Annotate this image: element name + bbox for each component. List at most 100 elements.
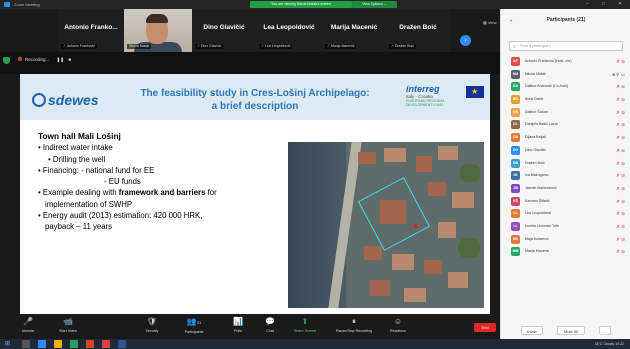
avatar: MK xyxy=(511,234,520,244)
avatar: LL xyxy=(511,209,520,219)
view-button[interactable]: ▦ View xyxy=(483,20,497,25)
powerpoint-icon[interactable] xyxy=(86,340,94,348)
video-off-icon: ⊘ xyxy=(621,97,625,103)
slide-subtitle: a brief description xyxy=(211,101,299,112)
shared-screen-slide: sdewes The feasibility study in Cres-Loš… xyxy=(20,74,490,314)
recording-bar: Recording... ❚❚ ■ xyxy=(0,52,500,74)
video-tile[interactable]: Dražen Boić ✗Dražen Boić xyxy=(386,9,450,52)
aerial-map-image xyxy=(288,142,484,308)
video-off-icon: ⊘ xyxy=(621,147,625,153)
sdewes-swirl-icon xyxy=(32,93,46,107)
participant-row[interactable]: LL Lea Leopoldović ✗ ⊘ xyxy=(501,207,630,220)
zoom-app-icon[interactable] xyxy=(38,340,46,348)
mic-muted-icon: ✗ xyxy=(391,44,394,48)
participant-name: Nikola Matak xyxy=(525,71,546,76)
word-icon[interactable] xyxy=(118,340,126,348)
participant-name: Antonio Franković (Host, me) xyxy=(525,59,572,63)
slide-title: The feasibility study in Cres-Lošinj Arc… xyxy=(140,88,370,99)
participant-name: Boris Dabić xyxy=(525,97,544,102)
view-options-button[interactable]: View Options ⌄ xyxy=(352,1,397,8)
video-off-icon: ⊘ xyxy=(621,185,625,191)
search-icon[interactable] xyxy=(22,340,30,348)
tile-label: ✗Lea Leopoldović xyxy=(259,44,293,49)
share-screen-button[interactable]: ⬆ Share Screen xyxy=(285,317,325,333)
video-off-icon: ⊘ xyxy=(621,198,625,204)
windows-start-icon[interactable]: ⊞ xyxy=(5,341,11,347)
mic-muted-icon: ✗ xyxy=(616,147,620,153)
share-screen-icon: ⬆ xyxy=(301,317,309,326)
avatar: IM xyxy=(511,171,520,181)
more-options-icon[interactable]: … xyxy=(599,326,611,335)
start-video-button[interactable]: 📹 Start Video xyxy=(48,317,88,333)
chrome-icon[interactable] xyxy=(102,340,110,348)
end-meeting-button[interactable]: End xyxy=(474,323,496,332)
video-tile[interactable]: Marija Macenić ✗Marija Macenić xyxy=(322,9,386,52)
mic-muted-icon: ✗ xyxy=(616,122,620,128)
sdewes-logo: sdewes xyxy=(32,92,99,108)
bullet: • Drilling the well xyxy=(48,154,106,164)
participant-row[interactable]: LL Lorella Limoncin Toth ✗ ⊘ xyxy=(501,220,630,233)
participant-row[interactable]: MM Marija Macenić ✗ ⊘ xyxy=(501,245,630,258)
mic-muted-icon: ✗ xyxy=(616,59,620,64)
video-tile[interactable]: Antonio Franko... ✗Antonio Franković xyxy=(58,9,124,52)
mic-muted-icon: ✗ xyxy=(616,185,620,191)
participant-row[interactable]: DB Dražen Boić ✗ ⊘ xyxy=(501,157,630,170)
pause-recording-icon[interactable]: ❚❚ xyxy=(57,57,65,62)
video-tile[interactable]: Dino Glavičić ✗Dino Glavičić xyxy=(192,9,256,52)
participant-row[interactable]: DG Dino Glavičić ✗ ⊘ xyxy=(501,144,630,157)
participant-row[interactable]: IM Iva Mažugorac ✗ ⊘ xyxy=(501,169,630,182)
avatar: DŠ xyxy=(511,107,520,117)
participant-row[interactable]: MK Maja Kolarević ✗ ⊘ xyxy=(501,233,630,246)
microphone-icon: 🎤 xyxy=(23,317,33,326)
unmute-button[interactable]: 🎤 Unmute xyxy=(8,317,48,333)
participant-row[interactable]: JM Jasmin Mahmutović ✗ ⊘ xyxy=(501,182,630,195)
bullet: • Energy audit (2013) estimation: 420 00… xyxy=(38,211,203,221)
participant-row[interactable]: DB Dijana Beljak ✗ ⊘ xyxy=(501,131,630,144)
reactions-button[interactable]: ☺ Reactions xyxy=(378,317,418,333)
tile-label: ✗Dino Glavičić xyxy=(195,44,224,49)
close-icon[interactable]: ✕ xyxy=(618,0,622,9)
participant-row[interactable]: BD Boris Dabić ✗ ⊘ xyxy=(501,93,630,106)
mute-all-button[interactable]: Mute All xyxy=(557,326,585,335)
pause-stop-recording-button[interactable]: ⏸ Pause/Stop Recording xyxy=(330,317,378,333)
chat-icon: 💬 xyxy=(265,317,275,326)
chat-button[interactable]: 💬 Chat xyxy=(250,317,290,333)
mic-muted-icon: ✗ xyxy=(63,44,66,48)
participants-title: Participants (21) xyxy=(546,17,586,23)
minimize-icon[interactable]: – xyxy=(586,0,589,9)
participant-search-input[interactable]: ⌕ Find a participant xyxy=(509,41,623,51)
participant-row[interactable]: KŠ Karmen Šiftarić ✗ ⊘ xyxy=(501,195,630,208)
mic-on-icon: ⚲ xyxy=(616,71,620,77)
participants-header: ⌄ Participants (21) xyxy=(501,9,630,31)
participant-row[interactable]: NM Nikola Matak ■ ⚲ ▭ xyxy=(501,68,630,81)
maximize-icon[interactable]: □ xyxy=(602,0,605,9)
window-title: Zoom Meeting xyxy=(14,2,40,7)
video-off-icon: ⊘ xyxy=(621,160,625,166)
participants-button[interactable]: 👥21 Participants xyxy=(174,317,214,334)
participant-row[interactable]: AF Antonio Franković (Host, me) ✗ ⊘ xyxy=(501,55,630,68)
mic-muted-icon: ✗ xyxy=(327,44,330,48)
video-tile-active-speaker[interactable]: Nikola Matak xyxy=(124,9,192,52)
video-off-icon: ⊘ xyxy=(621,223,625,229)
video-tile[interactable]: Lea Leopoldović ✗Lea Leopoldović xyxy=(256,9,322,52)
excel-icon[interactable] xyxy=(70,340,78,348)
mic-muted-icon: ✗ xyxy=(616,173,620,179)
interreg-logo: interreg Italy - Croatia EUROPEAN REGION… xyxy=(406,84,445,107)
stop-recording-icon[interactable]: ■ xyxy=(68,57,71,62)
next-page-icon[interactable]: › xyxy=(460,35,471,46)
participant-row[interactable]: DA Dalibor Ananović (Co-host) ✗ ⊘ xyxy=(501,80,630,93)
invite-button[interactable]: Invite xyxy=(521,326,543,335)
video-off-icon: ⊘ xyxy=(621,59,625,64)
security-button[interactable]: 🛡 Security xyxy=(132,317,172,333)
chevron-down-icon[interactable]: ⌄ xyxy=(509,9,513,31)
video-camera-icon: 📹 xyxy=(63,317,73,326)
participant-name: Jasmin Mahmutović xyxy=(525,185,557,190)
file-explorer-icon[interactable] xyxy=(54,340,62,348)
participant-row[interactable]: DL Danijela Bašić Lazar ✗ ⊘ xyxy=(501,118,630,131)
tile-label: ✗Antonio Franković xyxy=(61,44,97,49)
video-off-icon: ⊘ xyxy=(621,109,625,115)
screen-share-icon: ■ xyxy=(612,71,615,77)
bullet: • Financing: - national fund for EE xyxy=(38,165,155,175)
participant-row[interactable]: DŠ Dalibor Šoban ✗ ⊘ xyxy=(501,106,630,119)
tile-name: Dražen Boić xyxy=(399,24,437,31)
